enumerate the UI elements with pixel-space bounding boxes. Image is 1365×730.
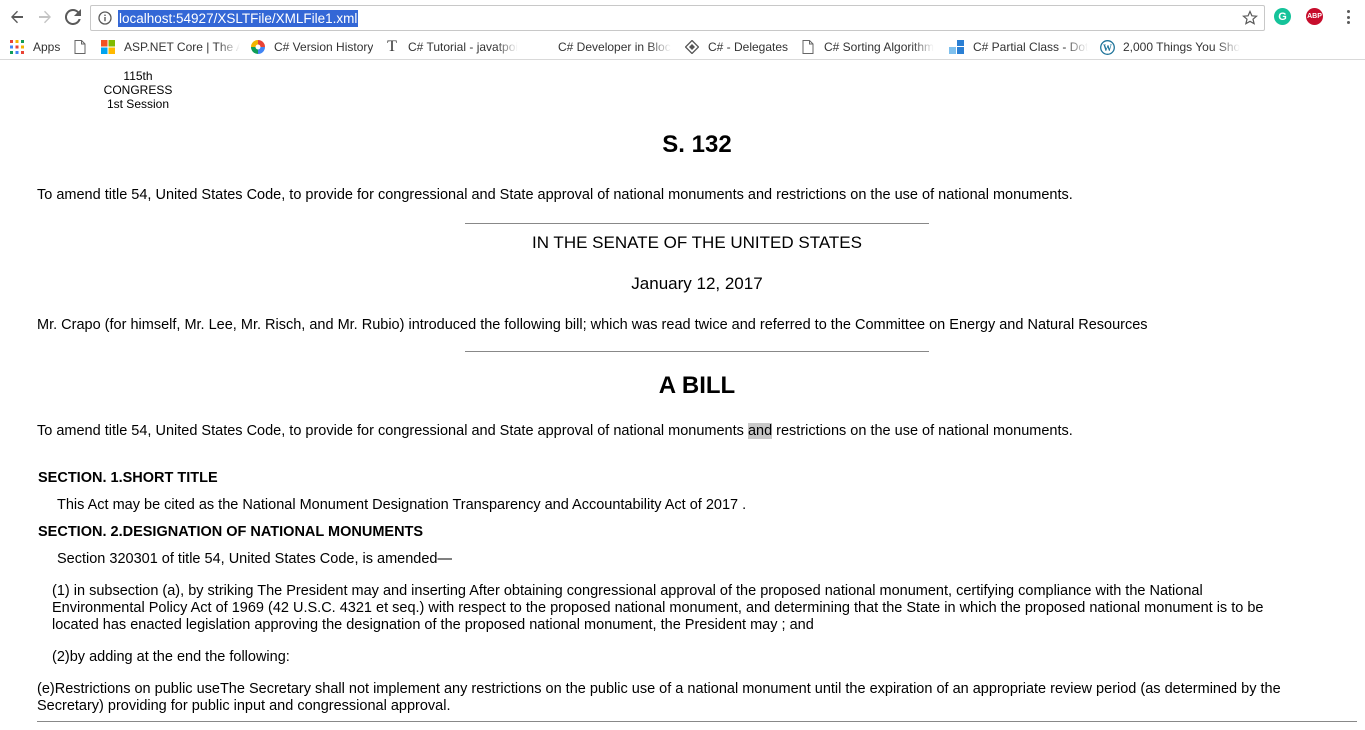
arrow-left-icon: [11, 10, 23, 24]
address-bar[interactable]: localhost:54927/XSLTFile/XMLFile1.xml: [90, 5, 1265, 31]
long-title-text: To amend title 54, United States Code, t…: [37, 423, 748, 439]
browser-menu-icon[interactable]: [1340, 9, 1356, 25]
t-letter-icon: T: [387, 38, 397, 55]
bookmark-label: C# - Delegates: [708, 40, 789, 54]
bookmark-csharp-version-history[interactable]: C# Version History: [250, 38, 373, 56]
bookmark-csharp-developer[interactable]: C# Developer in Bloc: [534, 38, 672, 56]
page-icon: [800, 39, 816, 55]
section-2-heading: SECTION. 2.DESIGNATION OF NATIONAL MONUM…: [38, 524, 424, 540]
bookmark-label: C# Sorting Algorithm: [824, 40, 935, 54]
apps-grid-icon: [9, 39, 25, 55]
divider: [465, 223, 929, 224]
arrow-right-icon: [39, 10, 51, 24]
congress-info: 115th CONGRESS 1st Session: [88, 69, 188, 111]
browser-toolbar: localhost:54927/XSLTFile/XMLFile1.xml G …: [0, 0, 1365, 34]
diamond-icon: [684, 39, 700, 55]
bookmark-label: ASP.NET Core | The A: [124, 40, 240, 54]
official-title: To amend title 54, United States Code, t…: [37, 187, 1073, 203]
highlighted-word: and: [747, 423, 773, 439]
chamber: IN THE SENATE OF THE UNITED STATES: [532, 233, 862, 252]
section-2-text: Section 320301 of title 54, United State…: [57, 551, 452, 567]
bookmark-csharp-sorting[interactable]: C# Sorting Algorithm: [800, 38, 938, 56]
bookmark-label: 2,000 Things You Sho: [1123, 40, 1241, 54]
page-icon: [72, 39, 88, 55]
bill-heading: A BILL: [658, 372, 736, 399]
bookmark-label: C# Version History: [274, 40, 374, 54]
bookmark-label: C# Developer in Bloc: [558, 40, 671, 54]
divider: [37, 721, 1357, 722]
reload-icon: [65, 9, 81, 25]
reload-button[interactable]: [63, 7, 83, 27]
bill-document: 115th CONGRESS 1st Session S. 132 To ame…: [0, 61, 1365, 730]
bill-number: S. 132: [662, 131, 732, 158]
url-text[interactable]: localhost:54927/XSLTFile/XMLFile1.xml: [118, 10, 359, 27]
bookmark-apps[interactable]: Apps: [9, 38, 60, 56]
action-text: Mr. Crapo (for himself, Mr. Lee, Mr. Ris…: [37, 317, 1148, 333]
bookmark-aspnet-core[interactable]: ASP.NET Core | The A: [100, 38, 240, 56]
divider: [465, 351, 929, 352]
section-1-text: This Act may be cited as the National Mo…: [57, 497, 747, 513]
wordpress-icon: W: [1099, 39, 1115, 55]
bookmarks-bar: Apps ASP.NET Core | The A C# Version His…: [0, 34, 1365, 60]
bookmark-label: Apps: [33, 40, 61, 54]
paragraph-line: Environmental Policy Act of 1969 (42 U.S…: [52, 600, 1264, 616]
bookmark-csharp-delegates[interactable]: C# - Delegates: [684, 38, 788, 56]
grammarly-extension-icon[interactable]: G: [1274, 8, 1291, 25]
section-1-heading: SECTION. 1.SHORT TITLE: [38, 470, 218, 486]
pinwheel-icon: [250, 39, 266, 55]
paragraph-line: located has enacted legislation approvin…: [52, 617, 814, 633]
session: 1st Session: [106, 97, 170, 111]
paragraph-line: Secretary) providing for public input an…: [37, 698, 451, 714]
forward-button[interactable]: [35, 7, 55, 27]
congress-number: 115th CONGRESS: [103, 69, 173, 97]
windows-logo-icon: [100, 39, 116, 55]
paragraph-e: (e)Restrictions on public useThe Secreta…: [37, 681, 1281, 715]
paragraph-line: (e)Restrictions on public useThe Secreta…: [37, 681, 1281, 697]
back-button[interactable]: [7, 7, 27, 27]
bookmark-2000-things[interactable]: W 2,000 Things You Sho: [1099, 38, 1241, 56]
paragraph-1: (1) in subsection (a), by striking The P…: [52, 583, 1263, 634]
adblock-extension-icon[interactable]: ABP: [1306, 8, 1323, 25]
paragraph-line: (1) in subsection (a), by striking The P…: [52, 583, 1203, 599]
bookmark-page[interactable]: [72, 38, 96, 56]
bookmark-csharp-partial-class[interactable]: C# Partial Class - Dot: [949, 38, 1089, 56]
blank-icon: [534, 39, 550, 55]
bookmark-star-icon[interactable]: [1242, 10, 1258, 26]
long-title: To amend title 54, United States Code, t…: [37, 423, 1073, 440]
info-icon[interactable]: [98, 11, 112, 25]
bookmark-csharp-tutorial[interactable]: T C# Tutorial - javatpoi: [384, 38, 524, 56]
bookmark-label: C# Tutorial - javatpoi: [408, 40, 519, 54]
blocks-icon: [949, 39, 965, 55]
paragraph-2: (2)by adding at the end the following:: [52, 649, 290, 665]
introduction-date: January 12, 2017: [631, 274, 763, 293]
svg-text:W: W: [1103, 43, 1112, 53]
long-title-text: restrictions on the use of national monu…: [772, 423, 1073, 439]
bookmark-label: C# Partial Class - Dot: [973, 40, 1089, 54]
